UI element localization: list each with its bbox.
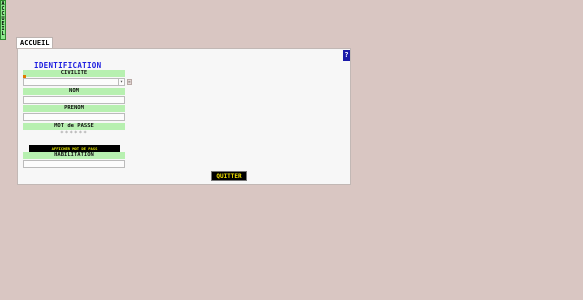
nom-field[interactable] <box>23 96 125 104</box>
main-panel: ? IDENTIFICATION CIVILITE ▾ ≡ NOM PRENOM… <box>17 48 351 185</box>
civilite-label: CIVILITE <box>23 70 125 77</box>
civilite-select[interactable]: ▾ <box>23 78 125 86</box>
prenom-label: PRENOM <box>23 105 125 112</box>
section-title: IDENTIFICATION <box>34 61 102 70</box>
quit-button[interactable]: QUITTER <box>211 171 247 181</box>
prenom-field[interactable] <box>23 113 125 121</box>
habilitation-label: HABILITATION <box>23 152 125 159</box>
password-label: MOT de PASSE <box>23 123 125 130</box>
habilitation-field[interactable] <box>23 160 125 168</box>
password-field[interactable]: ****** <box>23 130 125 138</box>
chevron-down-icon[interactable]: ▾ <box>118 79 124 85</box>
help-button[interactable]: ? <box>343 50 350 61</box>
lookup-icon[interactable]: ≡ <box>127 79 132 85</box>
nom-label: NOM <box>23 88 125 95</box>
vertical-tab-accueil[interactable]: ACCUEIL <box>0 0 6 40</box>
